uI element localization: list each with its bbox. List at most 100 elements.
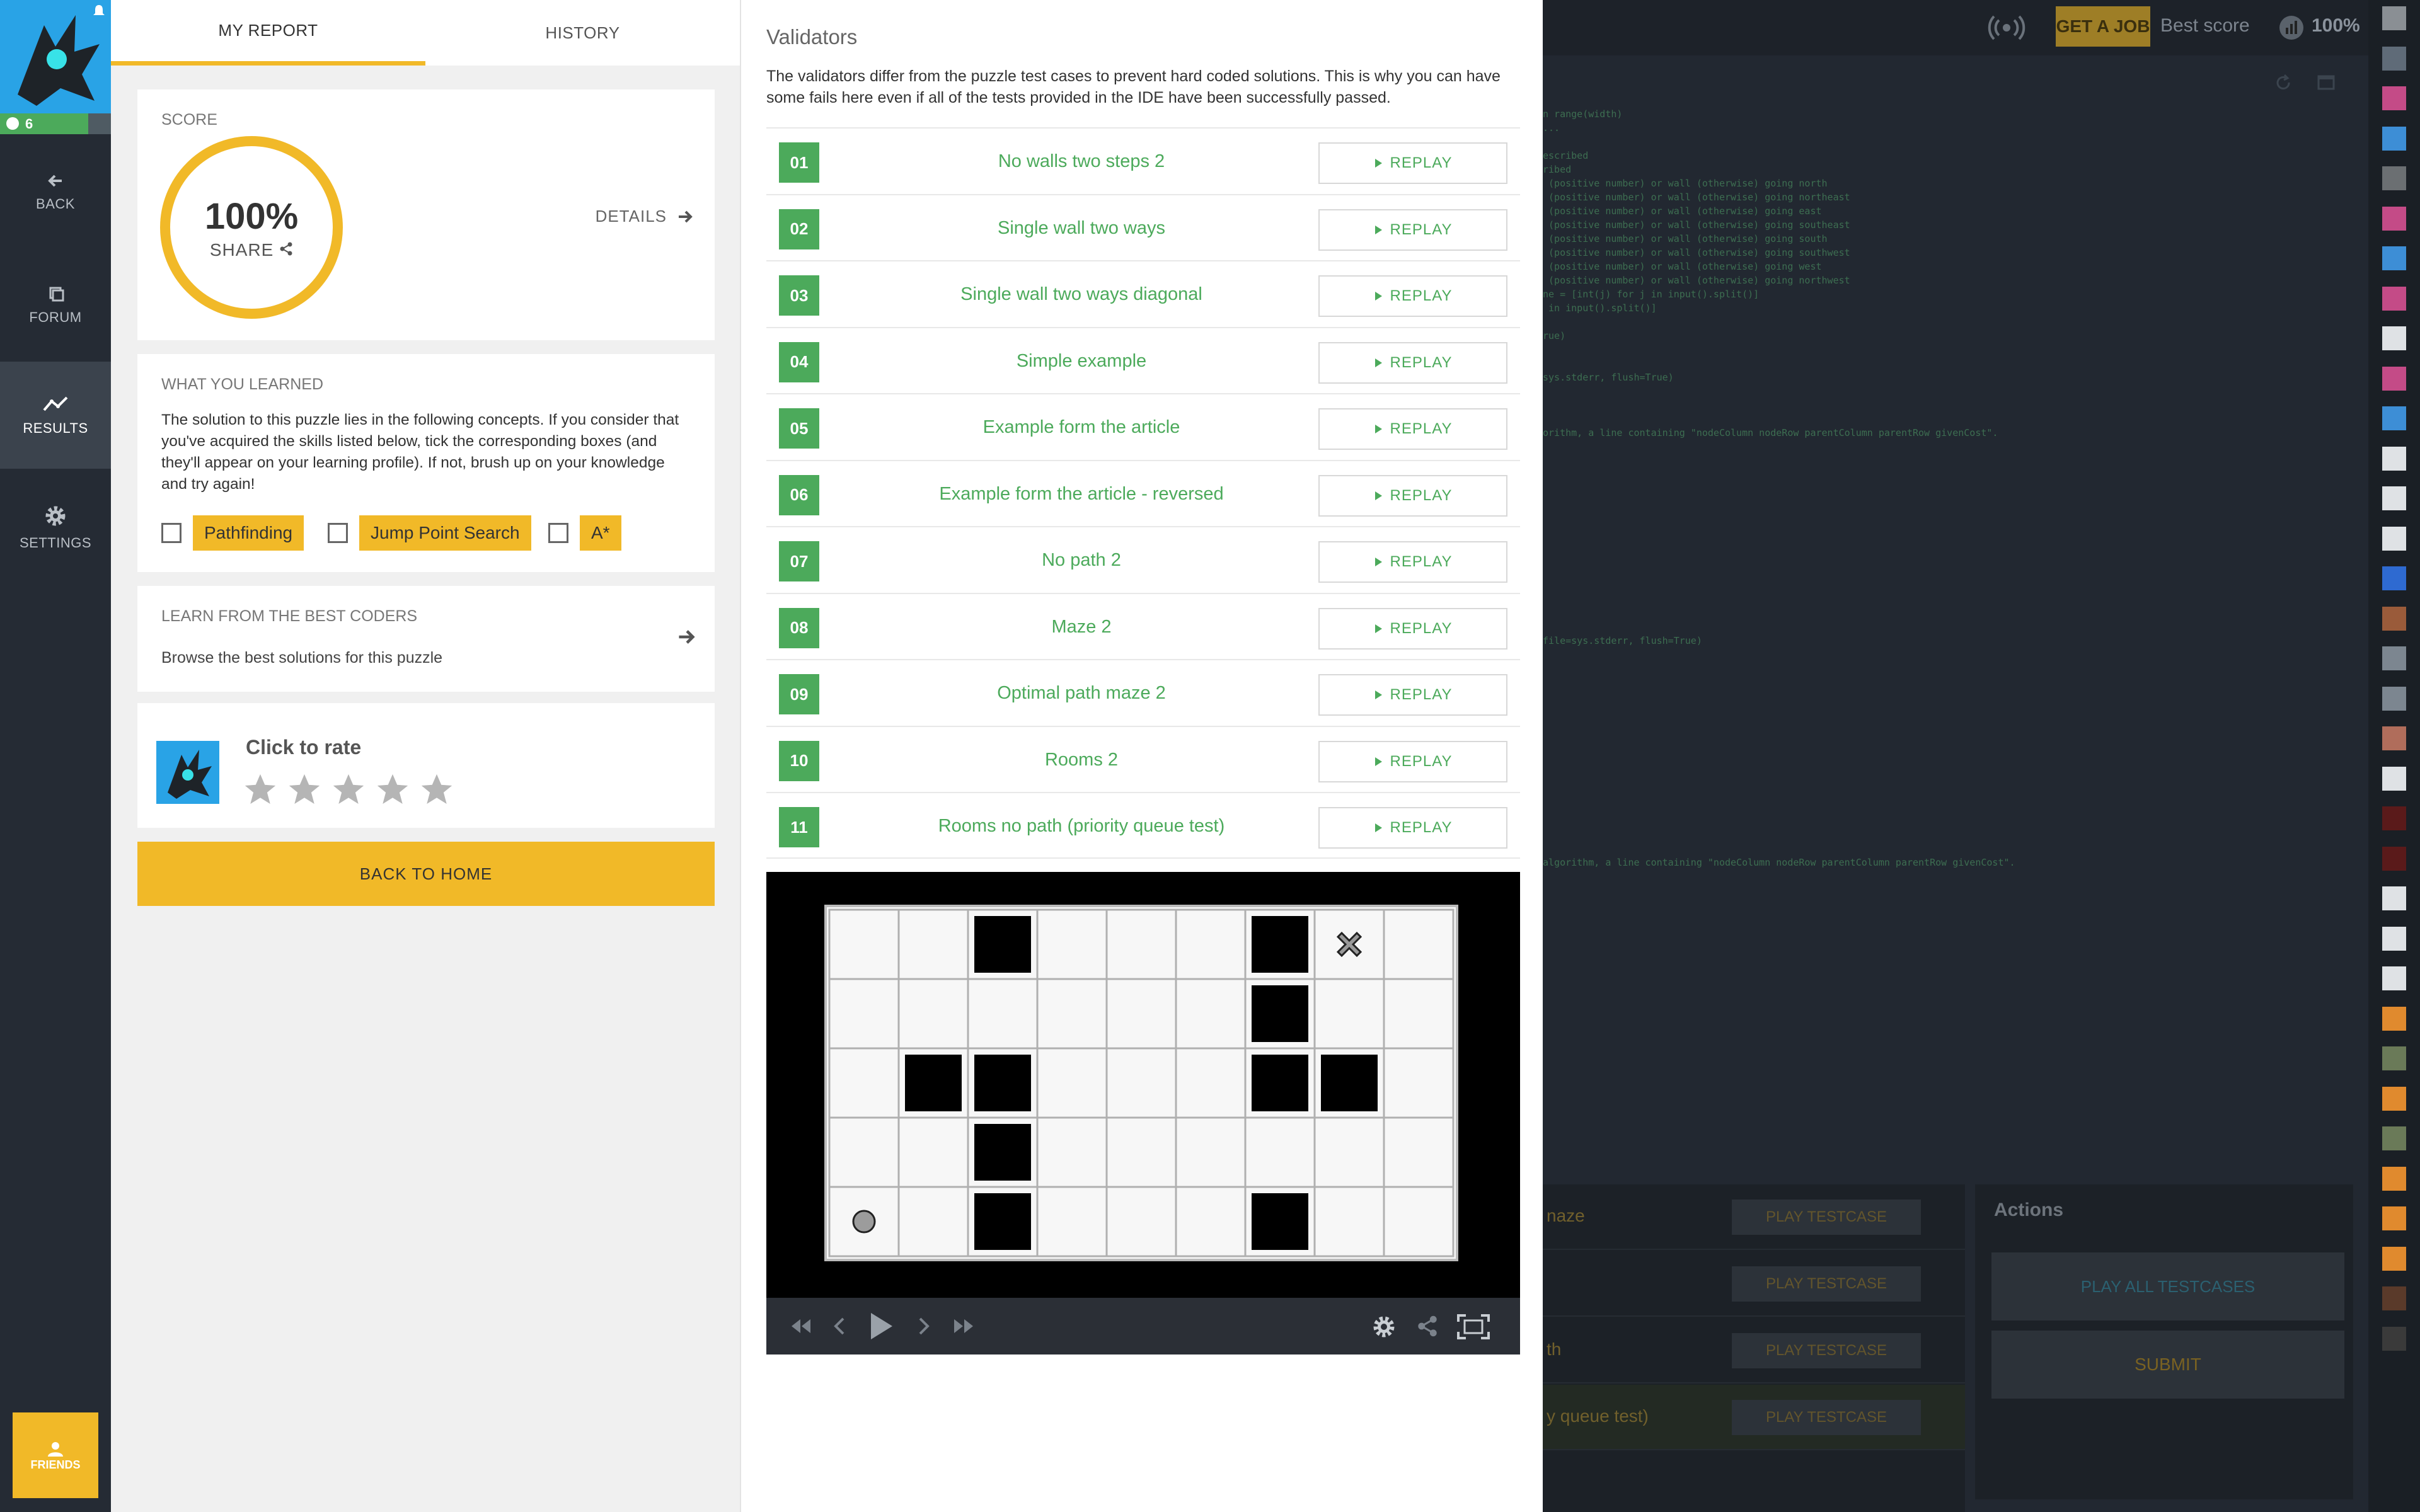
avatar[interactable] <box>2382 406 2406 430</box>
validator-name[interactable]: Single wall two ways <box>829 195 1334 261</box>
share-button[interactable]: SHARE <box>210 240 293 260</box>
submit-button[interactable]: SUBMIT <box>1991 1331 2344 1399</box>
play-testcase-button[interactable]: PLAY TESTCASE <box>1732 1333 1921 1368</box>
avatar[interactable] <box>2382 806 2406 830</box>
code-editor[interactable]: n range(width) ... escribed ribed (posit… <box>1543 107 2236 869</box>
maximize-icon[interactable] <box>2317 73 2336 92</box>
fullscreen-icon[interactable] <box>1457 1314 1490 1339</box>
avatar[interactable] <box>2382 926 2406 951</box>
avatar[interactable] <box>2382 166 2406 190</box>
avatar[interactable] <box>2382 646 2406 670</box>
nav-forum[interactable]: FORUM <box>0 252 111 359</box>
best-coders-card[interactable]: LEARN FROM THE BEST CODERS Browse the be… <box>137 586 715 692</box>
avatar[interactable] <box>2382 1286 2406 1310</box>
replay-button[interactable]: REPLAY <box>1318 275 1507 317</box>
avatar[interactable] <box>2382 286 2406 311</box>
avatar[interactable] <box>2382 1166 2406 1191</box>
avatar[interactable] <box>2382 846 2406 871</box>
star-icon[interactable] <box>330 771 367 808</box>
validator-name[interactable]: Optimal path maze 2 <box>829 660 1334 726</box>
avatar[interactable] <box>2382 726 2406 750</box>
validator-name[interactable]: Maze 2 <box>829 594 1334 660</box>
details-link[interactable]: DETAILS <box>596 207 693 226</box>
replay-button[interactable]: REPLAY <box>1318 541 1507 583</box>
step-back-icon[interactable] <box>833 1317 846 1336</box>
skill-a-star[interactable]: A* <box>548 515 621 551</box>
avatar[interactable] <box>2382 86 2406 110</box>
replay-button[interactable]: REPLAY <box>1318 607 1507 650</box>
validator-name[interactable]: No path 2 <box>829 527 1334 593</box>
step-forward-icon[interactable] <box>918 1317 930 1336</box>
share-icon[interactable] <box>1417 1315 1438 1337</box>
codingame-logo[interactable] <box>0 0 111 113</box>
play-testcase-button[interactable]: PLAY TESTCASE <box>1732 1400 1921 1435</box>
fast-forward-icon[interactable] <box>953 1318 974 1334</box>
validator-name[interactable]: No walls two steps 2 <box>829 129 1334 195</box>
star-icon[interactable] <box>242 771 279 808</box>
star-icon[interactable] <box>418 771 455 808</box>
skill-jump-point-search[interactable]: Jump Point Search <box>328 515 531 551</box>
skill-checkbox[interactable] <box>548 523 568 543</box>
play-all-testcases-button[interactable]: PLAY ALL TESTCASES <box>1991 1252 2344 1320</box>
back-to-home-button[interactable]: BACK TO HOME <box>137 842 715 906</box>
refresh-icon[interactable] <box>2274 73 2293 92</box>
avatar[interactable] <box>2382 1006 2406 1031</box>
avatar[interactable] <box>2382 446 2406 471</box>
avatar[interactable] <box>2382 1086 2406 1111</box>
avatar[interactable] <box>2382 1046 2406 1070</box>
replay-viewer[interactable] <box>766 872 1520 1354</box>
avatar[interactable] <box>2382 606 2406 631</box>
avatar[interactable] <box>2382 246 2406 270</box>
broadcast-icon[interactable] <box>1988 14 2025 42</box>
skill-pathfinding[interactable]: Pathfinding <box>161 515 304 551</box>
avatar[interactable] <box>2382 566 2406 590</box>
replay-button[interactable]: REPLAY <box>1318 341 1507 384</box>
replay-button[interactable]: REPLAY <box>1318 807 1507 849</box>
avatar[interactable] <box>2382 966 2406 990</box>
friends-button[interactable]: FRIENDS <box>13 1412 98 1498</box>
validator-name[interactable]: Rooms 2 <box>829 727 1334 793</box>
replay-button[interactable]: REPLAY <box>1318 142 1507 184</box>
bell-icon[interactable] <box>92 4 106 18</box>
avatar[interactable] <box>2382 1206 2406 1230</box>
skill-checkbox[interactable] <box>161 523 182 543</box>
avatar[interactable] <box>2382 886 2406 910</box>
get-a-job-button[interactable]: GET A JOB <box>2056 6 2150 47</box>
replay-button[interactable]: REPLAY <box>1318 674 1507 716</box>
avatar[interactable] <box>2382 326 2406 350</box>
avatar[interactable] <box>2382 6 2406 30</box>
avatar[interactable] <box>2382 126 2406 151</box>
avatar[interactable] <box>2382 526 2406 551</box>
replay-button[interactable]: REPLAY <box>1318 209 1507 251</box>
play-icon[interactable] <box>868 1312 894 1341</box>
validator-name[interactable]: Simple example <box>829 328 1334 394</box>
avatar[interactable] <box>2382 46 2406 71</box>
validator-name[interactable]: Rooms no path (priority queue test) <box>829 793 1334 859</box>
star-icon[interactable] <box>286 771 323 808</box>
avatar[interactable] <box>2382 766 2406 791</box>
avatar[interactable] <box>2382 1126 2406 1150</box>
validator-name[interactable]: Example form the article - reversed <box>829 461 1334 527</box>
nav-settings[interactable]: SETTINGS <box>0 474 111 581</box>
skill-checkbox[interactable] <box>328 523 348 543</box>
validator-name[interactable]: Single wall two ways diagonal <box>829 261 1334 328</box>
nav-results[interactable]: RESULTS <box>0 362 111 469</box>
avatar[interactable] <box>2382 1246 2406 1271</box>
star-icon[interactable] <box>374 771 411 808</box>
replay-button[interactable]: REPLAY <box>1318 474 1507 517</box>
avatar[interactable] <box>2382 486 2406 510</box>
play-testcase-button[interactable]: PLAY TESTCASE <box>1732 1266 1921 1302</box>
avatar[interactable] <box>2382 366 2406 391</box>
play-testcase-button[interactable]: PLAY TESTCASE <box>1732 1200 1921 1235</box>
avatar[interactable] <box>2382 686 2406 711</box>
replay-button[interactable]: REPLAY <box>1318 740 1507 782</box>
validator-name[interactable]: Example form the article <box>829 394 1334 461</box>
gear-icon[interactable] <box>1371 1314 1397 1339</box>
rewind-icon[interactable] <box>790 1318 812 1334</box>
replay-button[interactable]: REPLAY <box>1318 408 1507 450</box>
avatar[interactable] <box>2382 206 2406 231</box>
avatar[interactable] <box>2382 1326 2406 1351</box>
tab-my-report[interactable]: MY REPORT <box>111 0 425 66</box>
tab-history[interactable]: HISTORY <box>425 0 740 66</box>
nav-back[interactable]: BACK <box>0 139 111 246</box>
